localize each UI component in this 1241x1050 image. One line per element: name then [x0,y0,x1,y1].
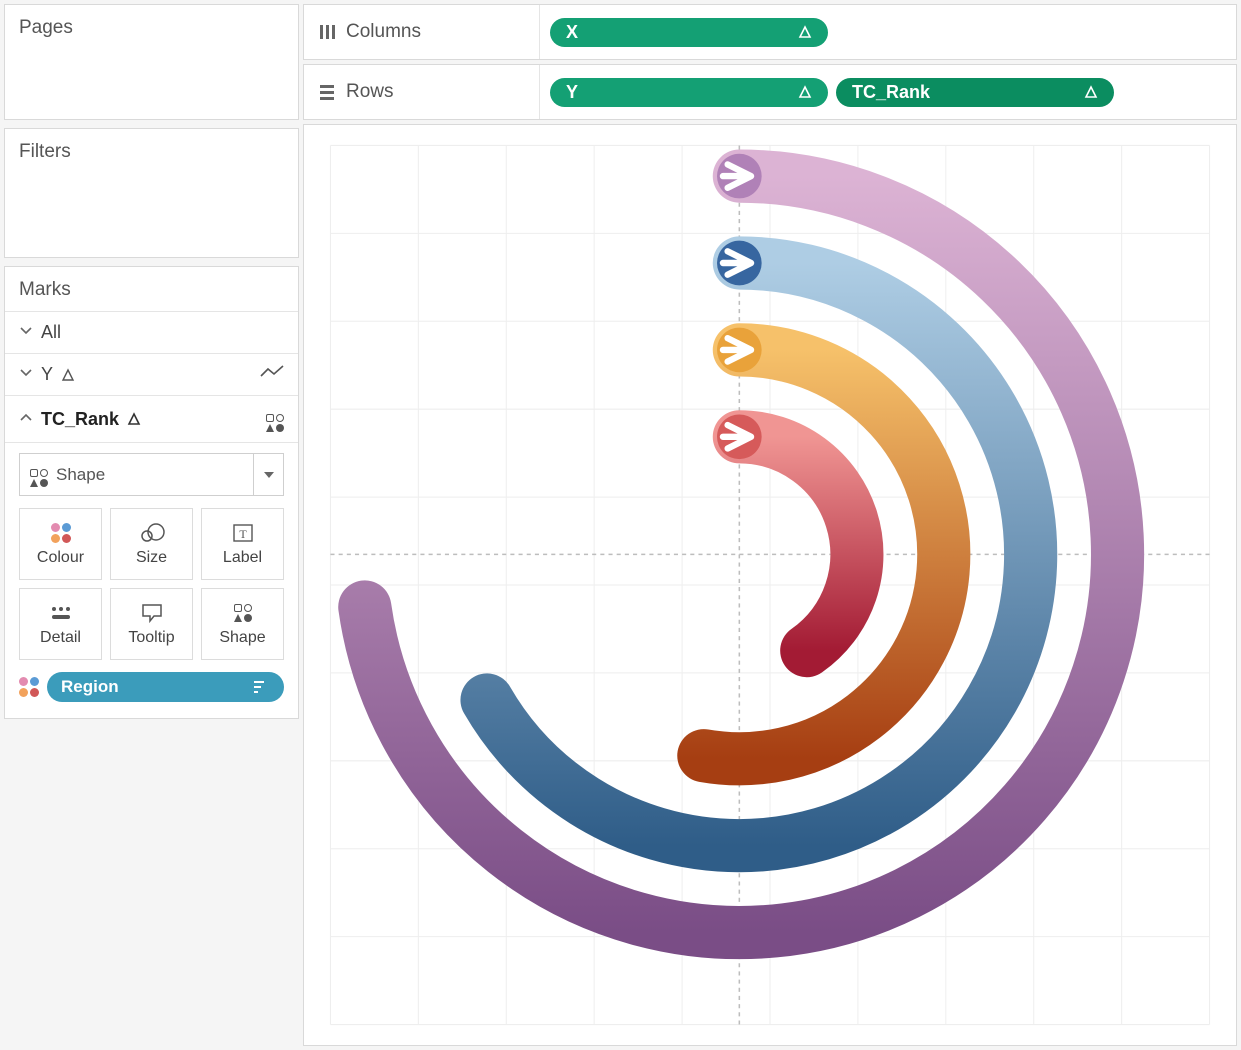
shape-icon [234,601,252,625]
colour-icon [19,677,39,697]
columns-icon [318,23,336,41]
radial-arc[interactable] [739,437,857,651]
marks-row-label: All [41,322,61,343]
pages-shelf[interactable]: Pages [4,4,299,120]
shape-encoding-button[interactable]: Shape [201,588,284,660]
rows-shelf[interactable]: Rows Y TC_Rank [303,64,1237,120]
mark-type-selector-main[interactable]: Shape [20,454,253,495]
delta-icon [798,25,812,39]
marks-encoding-grid: Colour Size T Label Detail [5,496,298,668]
row-pill-y[interactable]: Y [550,78,828,107]
pill-label: Y [566,82,578,103]
pill-label: Region [61,677,119,697]
pill-label: TC_Rank [852,82,930,103]
marks-card: Marks All Y [4,266,299,719]
encoding-label: Label [223,549,262,567]
right-main-column: Columns X Rows Y [303,0,1241,1050]
pill-label: X [566,22,578,43]
arrow-marker[interactable] [717,328,762,373]
tooltip-icon [140,601,164,625]
marks-row-all[interactable]: All [5,312,298,354]
label-icon: T [232,521,254,545]
chevron-up-icon [19,411,33,428]
shape-mark-icon [30,462,48,487]
detail-encoding-button[interactable]: Detail [19,588,102,660]
colour-encoding-button[interactable]: Colour [19,508,102,580]
column-pill-x[interactable]: X [550,18,828,47]
rows-icon [318,83,336,101]
columns-shelf-label-area: Columns [304,5,540,59]
chevron-down-icon [19,366,33,383]
encoding-label: Size [136,549,167,567]
filters-title: Filters [5,129,298,173]
filters-shelf[interactable]: Filters [4,128,299,258]
colour-icon [51,521,71,545]
line-mark-icon [260,364,284,385]
columns-pills: X [540,18,838,47]
columns-shelf[interactable]: Columns X [303,4,1237,60]
encoding-label: Colour [37,549,84,567]
marks-field-row: Region [5,668,298,718]
visualization-canvas[interactable] [303,124,1237,1046]
marks-rows: All Y [5,312,298,443]
row-pill-tcrank[interactable]: TC_Rank [836,78,1114,107]
marks-title: Marks [5,267,298,312]
pages-title: Pages [5,5,298,49]
size-icon [139,521,165,545]
left-panel-column: Pages Filters Marks All [0,0,303,1050]
delta-icon [61,368,75,382]
rows-label: Rows [346,81,394,103]
detail-icon [49,601,73,625]
marks-row-y[interactable]: Y [5,354,298,396]
encoding-label: Tooltip [128,629,174,647]
rows-pills: Y TC_Rank [540,78,1124,107]
encoding-label: Detail [40,629,81,647]
encoding-label: Shape [219,629,265,647]
rows-shelf-label-area: Rows [304,65,540,119]
size-encoding-button[interactable]: Size [110,508,193,580]
delta-icon [127,412,141,426]
delta-icon [798,85,812,99]
chart-svg [304,125,1236,1045]
mark-type-dropdown[interactable] [253,454,283,495]
arrow-marker[interactable] [717,414,762,459]
mark-type-selector[interactable]: Shape [19,453,284,496]
marks-row-label: TC_Rank [41,409,119,430]
shape-mark-icon [266,406,284,432]
tooltip-encoding-button[interactable]: Tooltip [110,588,193,660]
region-field-pill[interactable]: Region [47,672,284,702]
delta-icon [1084,85,1098,99]
marks-row-label: Y [41,364,53,385]
sort-icon [254,680,270,694]
chevron-down-icon [19,324,33,341]
marks-row-tcrank[interactable]: TC_Rank [5,396,298,443]
svg-text:T: T [239,527,247,541]
arrow-marker[interactable] [717,241,762,286]
columns-label: Columns [346,21,421,43]
label-encoding-button[interactable]: T Label [201,508,284,580]
mark-type-label: Shape [56,465,105,485]
arrow-marker[interactable] [717,154,762,199]
